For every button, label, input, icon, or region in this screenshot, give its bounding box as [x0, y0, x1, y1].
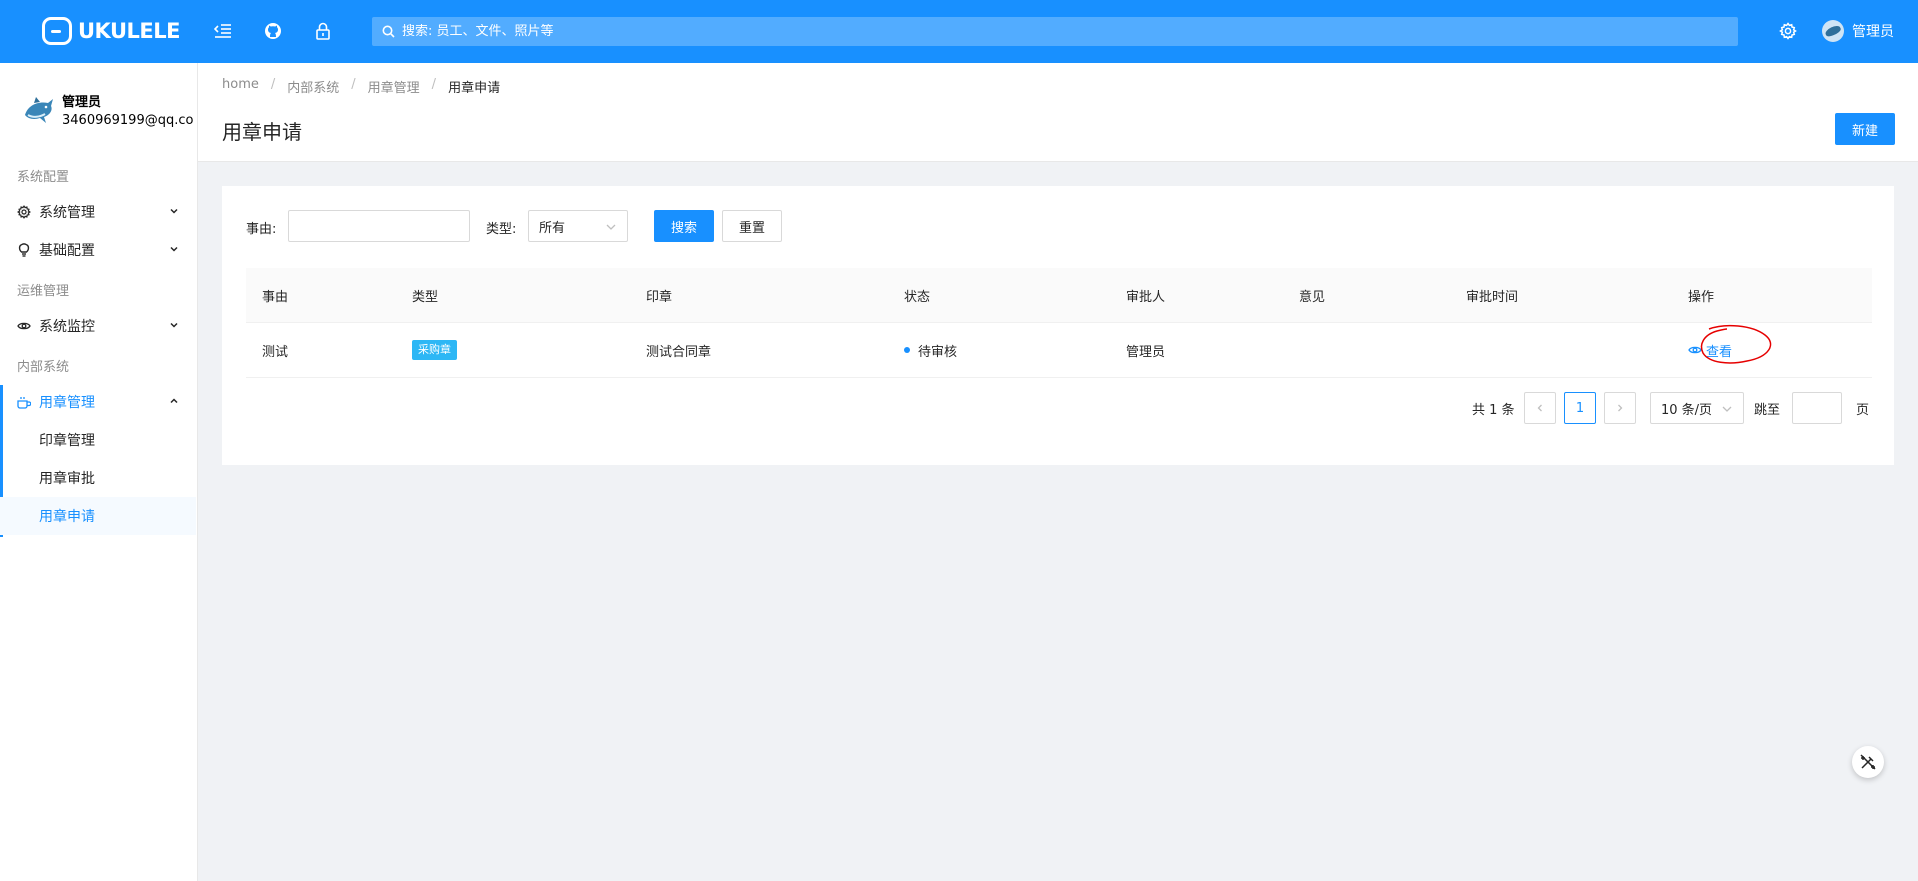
top-header: UKULELE 管理员 — [0, 0, 1918, 63]
gear-icon — [17, 205, 31, 219]
breadcrumb-seal-management[interactable]: 用章管理 — [368, 77, 420, 96]
sidebar-item-label: 用章管理 — [39, 395, 95, 411]
reason-filter-label: 事由: — [246, 222, 277, 237]
page-header: home / 内部系统 / 用章管理 / 用章申请 用章申请 新建 — [198, 63, 1918, 162]
column-header-type: 类型 — [412, 289, 439, 305]
chevron-down-icon — [170, 208, 178, 214]
cup-icon — [17, 395, 31, 409]
sidebar-subitem-seal-approval[interactable]: 用章审批 — [0, 459, 196, 497]
search-icon — [382, 24, 398, 40]
floating-theme-button[interactable] — [1852, 746, 1884, 778]
sidebar: 管理员 3460969199@qq.com 系统配置 系统管理 基础配置 运维管… — [0, 63, 198, 881]
reason-filter-input[interactable] — [288, 210, 470, 242]
sidebar-item-label: 基础配置 — [39, 243, 95, 259]
sidebar-item-label: 系统管理 — [39, 205, 95, 221]
logo-icon — [42, 17, 72, 45]
menu-group-internal: 内部系统 — [17, 360, 70, 375]
breadcrumb: home / 内部系统 / 用章管理 / 用章申请 — [222, 77, 500, 96]
breadcrumb-current: 用章申请 — [448, 81, 501, 96]
sidebar-item-label: 系统监控 — [39, 319, 95, 335]
bulb-icon — [17, 243, 31, 257]
cell-type: 采购章 — [412, 323, 457, 377]
sidebar-item-system-management[interactable]: 系统管理 — [0, 193, 196, 231]
type-tag: 采购章 — [412, 340, 457, 360]
menu-fold-icon[interactable] — [211, 19, 235, 43]
chevron-up-icon — [170, 398, 178, 404]
pagination-page-1[interactable]: 1 — [1564, 392, 1596, 424]
sidebar-subitem-seal-application[interactable]: 用章申请 — [0, 497, 196, 535]
cell-approver: 管理员 — [1126, 344, 1166, 360]
search-button[interactable]: 搜索 — [654, 210, 714, 242]
status-badge: 待审核 — [918, 344, 958, 360]
new-button[interactable]: 新建 — [1835, 113, 1895, 145]
eye-icon — [17, 319, 31, 333]
magic-wand-icon — [1860, 754, 1876, 770]
lock-icon[interactable] — [311, 19, 335, 43]
column-header-opinion: 意见 — [1299, 289, 1326, 305]
column-header-actions: 操作 — [1688, 289, 1715, 305]
breadcrumb-internal-system[interactable]: 内部系统 — [287, 77, 339, 96]
breadcrumb-separator: / — [270, 77, 276, 92]
column-header-approve-time: 审批时间 — [1466, 289, 1519, 305]
column-header-approver: 审批人 — [1126, 289, 1166, 305]
menu-group-ops: 运维管理 — [17, 284, 70, 299]
sidebar-item-seal-management[interactable]: 用章管理 — [0, 383, 196, 421]
column-header-status: 状态 — [904, 289, 931, 305]
global-search[interactable] — [372, 17, 1738, 46]
breadcrumb-separator: / — [431, 77, 437, 92]
chevron-down-icon — [170, 322, 178, 328]
type-filter-value: 所有 — [539, 220, 566, 236]
column-header-reason: 事由 — [262, 289, 289, 305]
chevron-down-icon — [606, 224, 616, 230]
table-header: 事由 类型 印章 状态 审批人 意见 审批时间 操作 — [246, 268, 1872, 323]
chevron-right-icon — [1618, 404, 1623, 412]
page-size-select[interactable]: 10 条/页 — [1650, 392, 1744, 424]
chevron-down-icon — [170, 246, 178, 252]
cell-status: 待审核 — [904, 323, 957, 377]
breadcrumb-separator: / — [351, 77, 356, 92]
pagination-total: 共 1 条 — [1472, 402, 1515, 418]
type-filter-label: 类型: — [486, 222, 517, 237]
chevron-left-icon — [1537, 404, 1542, 412]
avatar — [1822, 20, 1844, 42]
cell-reason: 测试 — [262, 344, 289, 360]
status-dot — [904, 347, 910, 353]
settings-gear-icon[interactable] — [1776, 19, 1800, 43]
header-user-name: 管理员 — [1852, 24, 1894, 40]
profile-email: 3460969199@qq.com — [62, 113, 194, 128]
chevron-down-icon — [1722, 406, 1732, 412]
sidebar-item-system-monitor[interactable]: 系统监控 — [0, 307, 196, 345]
logo[interactable]: UKULELE — [42, 14, 180, 48]
column-header-seal: 印章 — [646, 289, 673, 305]
pagination-page-suffix: 页 — [1856, 402, 1870, 418]
reset-button[interactable]: 重置 — [722, 210, 782, 242]
page-title: 用章申请 — [222, 120, 302, 144]
content-card: 事由: 类型: 所有 搜索 重置 事由 类型 印章 状态 审批人 意见 审批时间… — [222, 186, 1894, 465]
pagination-next-button[interactable] — [1604, 392, 1636, 424]
user-profile: 管理员 3460969199@qq.com — [18, 87, 196, 137]
github-icon[interactable] — [261, 19, 285, 43]
pagination-jump-input[interactable] — [1792, 392, 1842, 424]
page-size-value: 10 条/页 — [1661, 402, 1713, 418]
sidebar-subitem-seal-list[interactable]: 印章管理 — [0, 421, 196, 459]
profile-name: 管理员 — [62, 95, 102, 110]
red-circle-annotation — [1700, 324, 1772, 364]
pagination-jump-label: 跳至 — [1754, 402, 1781, 418]
search-input[interactable] — [402, 24, 1702, 39]
avatar — [25, 97, 53, 123]
breadcrumb-home[interactable]: home — [222, 77, 259, 96]
table-row: 测试 采购章 测试合同章 待审核 管理员 查看 — [246, 323, 1872, 378]
logo-text: UKULELE — [78, 19, 180, 43]
type-filter-select[interactable]: 所有 — [528, 210, 628, 242]
header-user-menu[interactable]: 管理员 — [1822, 19, 1894, 43]
pagination-prev-button[interactable] — [1524, 392, 1556, 424]
menu-group-system-config: 系统配置 — [17, 170, 70, 185]
sidebar-item-basic-config[interactable]: 基础配置 — [0, 231, 196, 269]
cell-seal: 测试合同章 — [646, 344, 712, 360]
